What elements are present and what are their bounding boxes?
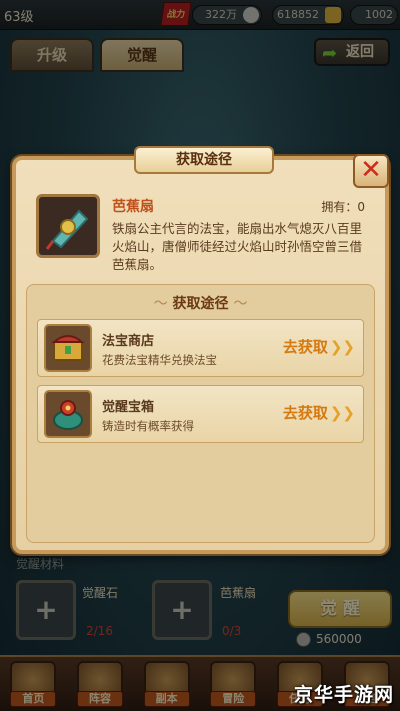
sources-panel: 〜 获取途径 〜 法宝商店 花费法宝精华兑换法宝 去获取 ❯❯ 觉醒宝箱 铸造时… — [26, 284, 375, 543]
go-acquire-button[interactable]: 去获取 ❯❯ — [283, 400, 355, 426]
treasure-chest-icon — [44, 324, 92, 372]
owned-label: 拥有： — [321, 200, 358, 214]
source-name: 法宝商店 — [102, 334, 155, 349]
owned-count: 拥有：0 — [321, 198, 365, 215]
go-acquire-label: 去获取 — [282, 338, 328, 356]
source-row-awaken-chest[interactable]: 觉醒宝箱 铸造时有概率获得 去获取 ❯❯ — [37, 385, 364, 443]
go-acquire-button[interactable]: 去获取 ❯❯ — [283, 334, 355, 360]
item-description: 铁扇公主代言的法宝，能扇出水气熄灭八百里火焰山，唐僧师徒经过火焰山时孙悟空曾三借… — [112, 221, 363, 272]
double-chevron-right-icon: ❯❯ — [329, 404, 355, 422]
sources-title: 〜 获取途径 〜 — [27, 293, 374, 313]
source-description: 花费法宝精华兑换法宝 — [102, 353, 217, 367]
go-acquire-label: 去获取 — [282, 404, 328, 422]
source-row-treasure-shop[interactable]: 法宝商店 花费法宝精华兑换法宝 去获取 ❯❯ — [37, 319, 364, 377]
modal-title: 获取途径 — [134, 146, 274, 174]
source-name: 觉醒宝箱 — [102, 400, 155, 415]
owned-value: 0 — [357, 200, 365, 214]
double-chevron-right-icon: ❯❯ — [329, 338, 355, 356]
sources-title-text: 获取途径 — [172, 296, 229, 312]
fan-item-icon — [36, 194, 100, 258]
awaken-box-icon — [44, 390, 92, 438]
source-description: 铸造时有概率获得 — [102, 419, 194, 433]
watermark: 京华手游网 — [293, 684, 394, 706]
ornament-icon: 〜 — [153, 296, 168, 312]
close-button[interactable]: ✕ — [353, 154, 389, 188]
item-name: 芭蕉扇 — [112, 199, 154, 215]
acquisition-modal: 获取途径 ✕ 芭蕉扇 拥有：0 铁扇公主代言的法宝，能扇出水气熄灭八百里火焰山，… — [12, 146, 389, 554]
ornament-icon: 〜 — [233, 296, 248, 312]
